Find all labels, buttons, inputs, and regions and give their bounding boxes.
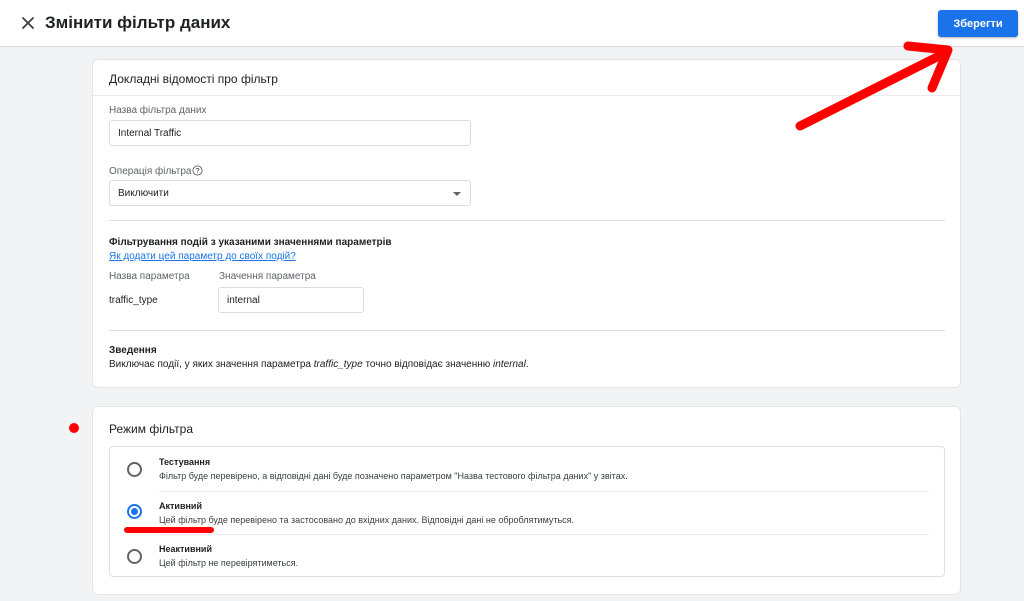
divider (159, 534, 929, 535)
summary-param: traffic_type (313, 359, 363, 370)
filter-mode-radio-group: Тестування Фільтр буде перевірено, а від… (109, 446, 945, 577)
radio-button[interactable] (127, 549, 142, 564)
filter-name-label: Назва фільтра даних (109, 105, 207, 116)
radio-option-inactive[interactable]: Неактивний Цей фільтр не перевірятиметьс… (110, 536, 944, 578)
page-title: Змінити фільтр даних (45, 13, 231, 32)
summary-part-1: Виключає події, у яких значення параметр… (109, 359, 314, 370)
option-description: Цей фільтр буде перевірено та застосован… (159, 515, 575, 525)
param-name-header: Назва параметра (109, 271, 190, 282)
option-title: Активний (159, 501, 202, 511)
divider (159, 491, 929, 492)
annotation-dot (69, 423, 79, 433)
annotation-arrow-icon (795, 41, 953, 131)
radio-dot (131, 508, 138, 515)
radio-button-selected[interactable] (127, 504, 142, 519)
summary-value: internal (493, 359, 526, 370)
summary-text: Виключає події, у яких значення параметр… (109, 359, 529, 370)
option-description: Цей фільтр не перевірятиметься. (159, 558, 299, 568)
close-icon[interactable] (17, 12, 39, 34)
summary-title: Зведення (109, 345, 157, 356)
annotation-underline (124, 527, 214, 533)
help-circle-icon[interactable] (192, 165, 203, 176)
param-value-header: Значення параметра (219, 271, 316, 282)
summary-part-2: точно відповідає значенню (362, 359, 494, 370)
filter-operation-select[interactable]: Виключити (109, 180, 471, 206)
radio-option-active[interactable]: Активний Цей фільтр буде перевірено та з… (110, 493, 944, 535)
section-title-details: Докладні відомості про фільтр (109, 72, 278, 86)
option-title: Тестування (159, 457, 211, 467)
summary-part-3: . (525, 359, 529, 370)
option-description: Фільтр буде перевірено, а відповідні дан… (159, 471, 628, 481)
filter-name-value: Internal Traffic (118, 127, 182, 139)
events-filter-title: Фільтрування подій з указаними значенням… (109, 237, 392, 248)
chevron-down-icon (453, 192, 461, 196)
save-button[interactable]: Зберегти (938, 10, 1018, 37)
divider (109, 330, 945, 331)
param-value-input[interactable]: internal (218, 287, 364, 313)
param-value-text: internal (227, 294, 260, 306)
divider (109, 220, 945, 221)
filter-name-input[interactable]: Internal Traffic (109, 120, 471, 146)
filter-operation-label: Операція фільтра (109, 165, 203, 177)
add-parameter-help-link[interactable]: Як додати цей параметр до своїх подій? (109, 251, 296, 262)
filter-mode-card: Режим фільтра Тестування Фільтр буде пер… (92, 406, 961, 595)
section-title-mode: Режим фільтра (109, 422, 194, 436)
param-name-value: traffic_type (109, 295, 158, 306)
filter-operation-label-text: Операція фільтра (109, 166, 192, 177)
option-title: Неактивний (159, 544, 212, 554)
filter-operation-value: Виключити (118, 187, 169, 199)
radio-option-testing[interactable]: Тестування Фільтр буде перевірено, а від… (110, 449, 944, 491)
radio-button[interactable] (127, 462, 142, 477)
